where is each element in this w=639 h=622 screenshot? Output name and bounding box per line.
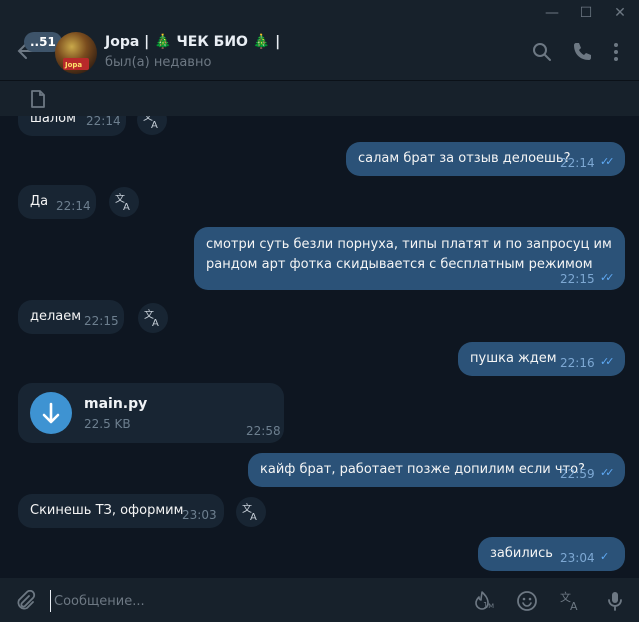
- minimize-button[interactable]: —: [537, 0, 567, 26]
- chat-status: был(а) недавно: [105, 55, 212, 70]
- search-button[interactable]: [530, 40, 554, 64]
- message-time: 22:14: [56, 199, 91, 213]
- translate-icon: 文A: [144, 308, 159, 329]
- paperclip-icon: [17, 589, 36, 610]
- message-outgoing[interactable]: пушка ждем 22:16 ✓✓: [458, 342, 625, 376]
- pinned-files-button[interactable]: [28, 89, 48, 109]
- voice-record-button[interactable]: [604, 590, 626, 612]
- message-text: Да: [30, 194, 49, 209]
- translate-icon: 文A: [143, 116, 158, 131]
- download-arrow-icon: [42, 402, 60, 424]
- message-outgoing[interactable]: кайф брат, работает позже допилим если ч…: [248, 453, 625, 487]
- more-vertical-icon: [614, 43, 618, 61]
- svg-text:A: A: [123, 202, 130, 212]
- message-outgoing[interactable]: салам брат за отзыв делоешь? 22:14 ✓✓: [346, 142, 625, 176]
- more-options-button[interactable]: [604, 40, 628, 64]
- close-window-button[interactable]: ✕: [605, 0, 635, 26]
- message-text: кайф брат, работает позже допилим если ч…: [260, 462, 585, 477]
- message-incoming-file[interactable]: main.py 22.5 KB 22:58: [18, 383, 284, 443]
- message-time: 23:03: [182, 508, 217, 522]
- svg-text:A: A: [151, 120, 158, 130]
- download-button[interactable]: [30, 392, 72, 434]
- read-ticks-icon: ✓✓: [600, 466, 615, 479]
- message-incoming[interactable]: Да 22:14: [18, 185, 96, 219]
- translate-button[interactable]: 文A: [109, 187, 139, 217]
- message-time: 22:14: [560, 156, 595, 170]
- message-incoming[interactable]: Скинешь ТЗ, оформим 23:03: [18, 494, 224, 528]
- message-time: 22:59: [560, 467, 595, 481]
- translate-compose-button[interactable]: 文A: [560, 590, 582, 613]
- avatar[interactable]: Jopa: [55, 32, 97, 74]
- window-titlebar: — ☐ ✕: [0, 0, 639, 26]
- message-text: забились: [490, 546, 553, 561]
- call-button[interactable]: [570, 40, 594, 64]
- unread-count: 51: [39, 35, 56, 49]
- sent-tick-icon: ✓: [600, 550, 609, 563]
- message-list[interactable]: шалом 22:14 文A салам брат за отзыв делое…: [0, 116, 639, 578]
- maximize-button[interactable]: ☐: [571, 0, 601, 26]
- svg-text:A: A: [152, 318, 159, 328]
- search-icon: [533, 43, 551, 61]
- chat-title[interactable]: Jopa | 🎄 ЧЕК БИО 🎄 |: [105, 34, 280, 50]
- read-ticks-icon: ✓✓: [600, 155, 615, 168]
- message-text: Скинешь ТЗ, оформим: [30, 503, 184, 518]
- message-time: 23:04: [560, 551, 595, 565]
- document-icon: [31, 90, 45, 108]
- message-time: 22:58: [246, 424, 281, 438]
- avatar-logo-text: Jopa: [65, 61, 83, 69]
- message-outgoing[interactable]: смотри суть безли порнуха, типы платят и…: [194, 227, 625, 290]
- message-incoming[interactable]: делаем 22:15: [18, 300, 124, 334]
- read-ticks-icon: ✓✓: [600, 271, 615, 284]
- emoji-button[interactable]: [516, 590, 538, 612]
- translate-button[interactable]: 文A: [236, 497, 266, 527]
- svg-text:A: A: [570, 600, 578, 612]
- translate-button[interactable]: 文A: [137, 116, 167, 135]
- message-text: пушка ждем: [470, 351, 557, 366]
- message-text: салам брат за отзыв делоешь?: [358, 151, 571, 166]
- translate-button[interactable]: 文A: [138, 303, 168, 333]
- message-text: делаем: [30, 309, 82, 324]
- message-time: 22:15: [560, 272, 595, 286]
- message-text-line-1: смотри суть безли порнуха, типы платят и…: [206, 237, 612, 252]
- attach-button[interactable]: [14, 589, 36, 612]
- translate-icon: 文A: [115, 192, 130, 213]
- translate-icon: 文A: [242, 502, 257, 523]
- message-input[interactable]: [50, 590, 430, 612]
- message-incoming[interactable]: шалом 22:14: [18, 116, 126, 136]
- self-destruct-timer-button[interactable]: 1м: [472, 590, 498, 612]
- emoji-icon: [517, 591, 537, 611]
- pinned-bar[interactable]: [0, 80, 639, 116]
- file-size: 22.5 KB: [84, 417, 131, 431]
- translate-icon: 文A: [560, 590, 578, 613]
- message-time: 22:14: [86, 116, 121, 128]
- message-time: 22:15: [84, 314, 119, 328]
- message-time: 22:16: [560, 356, 595, 370]
- phone-icon: [574, 43, 591, 60]
- read-ticks-icon: ✓✓: [600, 355, 615, 368]
- message-text: шалом: [30, 116, 76, 126]
- message-composer: 1м 文A: [0, 578, 639, 622]
- message-outgoing[interactable]: забились 23:04 ✓: [478, 537, 625, 571]
- chat-header: ..51 Jopa Jopa | 🎄 ЧЕК БИО 🎄 | был(а) не…: [0, 26, 639, 80]
- file-name[interactable]: main.py: [84, 396, 147, 412]
- microphone-icon: [608, 592, 622, 611]
- svg-text:A: A: [250, 512, 257, 522]
- timer-label: 1м: [483, 601, 495, 610]
